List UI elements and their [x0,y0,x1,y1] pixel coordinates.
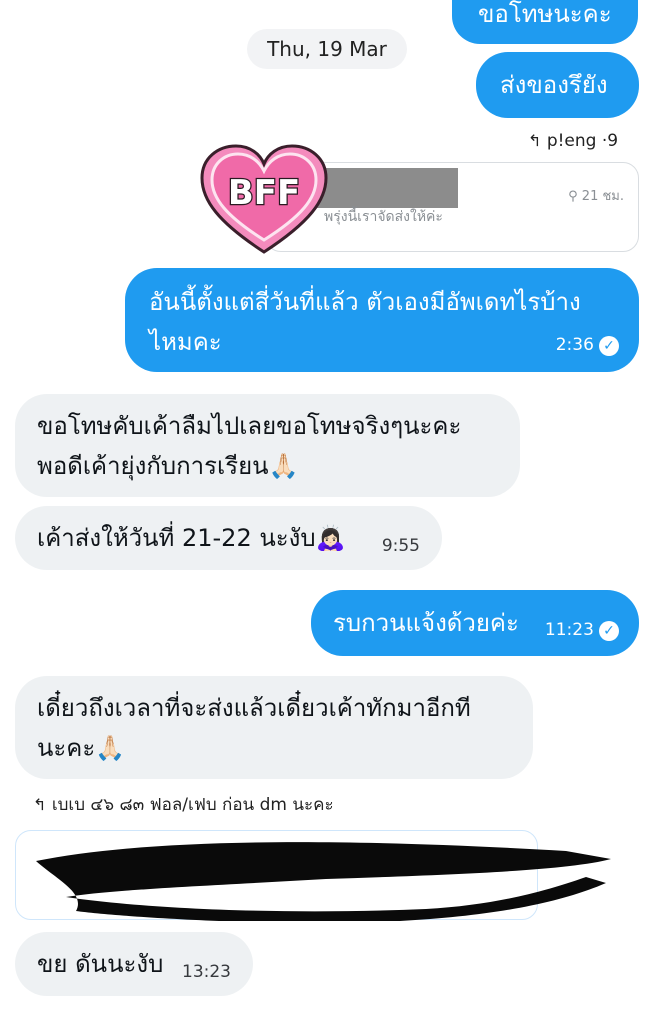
message-text: เค้าส่งให้วันที่ 21-22 นะงับ🙇🏻‍♀️ [37,524,346,552]
pin-icon: ⚲ [568,189,578,204]
message-meta: 11:23 ✓ [545,620,619,641]
message-text: ขอโทษนะคะ [478,0,612,28]
message-text-line1: ขอโทษคับเค้าลืมไปเลยขอโทษจริงๆนะคะ [37,412,462,440]
card-subtitle: พรุ่งนี้เราจัดส่งให้ค่ะ [324,209,443,225]
message-text-line2: พอดีเค้ายุ่งกับการเรียน🙏🏻 [37,452,299,480]
message-text: ส่งของรึยัง [500,71,608,99]
message-text: ขย ดันนะงับ [37,950,164,978]
message-outgoing-0[interactable]: ขอโทษนะคะ [452,0,638,44]
message-incoming-3[interactable]: ขอโทษคับเค้าลืมไปเลยขอโทษจริงๆนะคะ พอดีเ… [15,394,520,497]
reply-label: p!eng ·9 [546,131,619,151]
message-incoming-4[interactable]: เค้าส่งให้วันที่ 21-22 นะงับ🙇🏻‍♀️ 9:55 [15,506,442,570]
date-separator: Thu, 19 Mar [247,29,407,69]
shared-post-card[interactable] [15,830,611,921]
message-time: 9:55 [381,536,420,556]
message-time: 11:23 [544,620,594,640]
sticker-label: BFF [228,173,300,213]
reply-arrow-icon: ↰ [528,131,542,150]
reply-label: เบเบ ๔๖ ๘๓ ฟอล/เฟบ ก่อน dm นะคะ [51,795,334,815]
message-outgoing-1[interactable]: ส่งของรึยัง [476,52,639,118]
message-text-line1: อันนี้ตั้งแต่สี่วันที่แล้ว ตัวเองมีอัพเด… [149,288,581,316]
reply-indicator[interactable]: ↰ p!eng ·9 [528,130,618,152]
message-text-line2: นะคะ🙏🏻 [37,734,126,762]
redacted-block [316,168,458,208]
message-time: 13:23 [182,962,231,982]
check-circle-icon: ✓ [599,335,619,356]
card-meta: ⚲ 21 ชม. [568,185,624,206]
message-outgoing-5[interactable]: รบกวนแจ้งด้วยค่ะ 11:23 ✓ [311,590,639,656]
message-incoming-6[interactable]: เดี๋ยวถึงเวลาที่จะส่งแล้วเดี๋ยวเค้าทักมา… [15,676,533,779]
message-text-line2: ไหมคะ [149,328,222,356]
redaction-scribble [36,842,611,921]
reply-indicator[interactable]: ↰ เบเบ ๔๖ ๘๓ ฟอล/เฟบ ก่อน dm นะคะ [33,794,334,816]
reply-arrow-icon: ↰ [33,795,47,814]
check-circle-icon: ✓ [599,620,619,641]
message-text: รบกวนแจ้งด้วยค่ะ [333,609,519,637]
message-outgoing-2[interactable]: อันนี้ตั้งแต่สี่วันที่แล้ว ตัวเองมีอัพเด… [125,268,639,372]
message-incoming-7[interactable]: ขย ดันนะงับ 13:23 [15,932,253,996]
bff-heart-sticker: BFF [200,144,328,254]
message-time: 2:36 [555,335,594,355]
message-text-line1: เดี๋ยวถึงเวลาที่จะส่งแล้วเดี๋ยวเค้าทักมา… [37,694,471,722]
message-meta: 2:36 ✓ [556,335,619,356]
card-meta-text: 21 ชม. [581,189,624,204]
